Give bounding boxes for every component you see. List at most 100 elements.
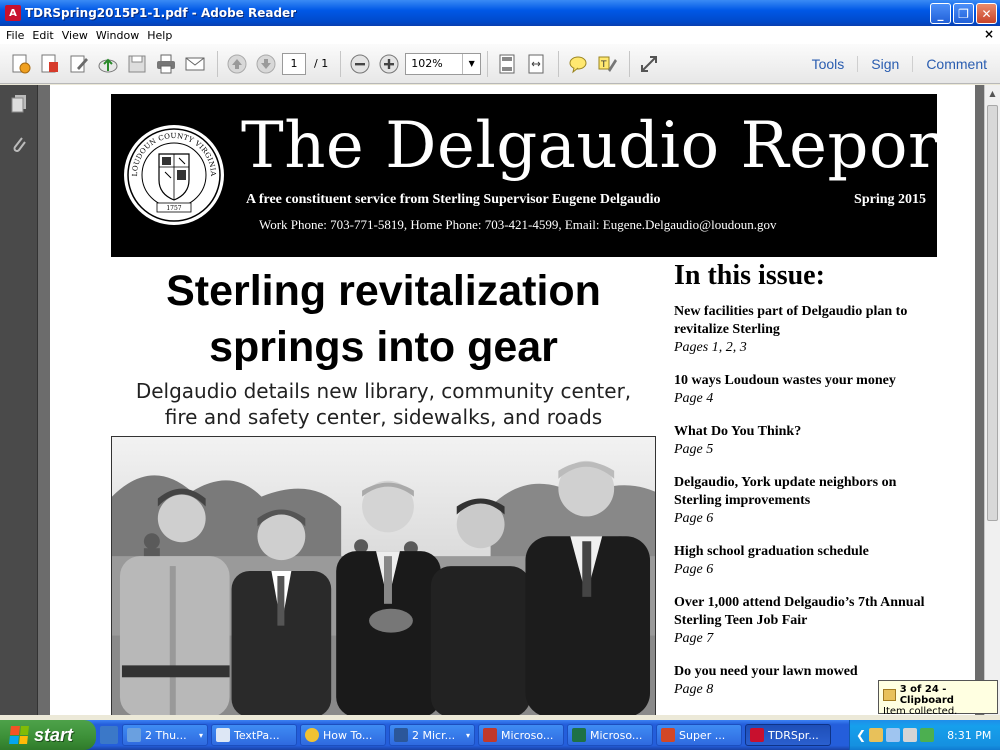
menu-file[interactable]: File bbox=[4, 29, 30, 42]
issue-item-page: Page 7 bbox=[674, 631, 714, 646]
comment-panel-button[interactable]: Comment bbox=[912, 56, 1000, 72]
masthead: 1757 LOUDOUN COUNTY VIRGINIA The Delgaud… bbox=[111, 94, 965, 257]
scroll-up-icon[interactable]: ▲ bbox=[985, 85, 1000, 101]
tray-expand-icon[interactable]: ❮ bbox=[856, 728, 866, 742]
volume-icon[interactable] bbox=[903, 728, 918, 742]
document-close-button[interactable]: × bbox=[984, 27, 994, 41]
issue-item-title: High school graduation schedule bbox=[674, 544, 869, 559]
title-bar[interactable]: A TDRSpring2015P1-1.pdf - Adobe Reader _… bbox=[0, 0, 1000, 26]
issue-item-title: New facilities part of Delgaudio plan to… bbox=[674, 304, 908, 337]
task-button[interactable]: Microso... bbox=[567, 724, 653, 746]
clipboard-icon bbox=[883, 689, 896, 701]
issue-item: Over 1,000 attend Delgaudio’s 7th Annual… bbox=[674, 594, 944, 648]
chevron-down-icon: ▾ bbox=[465, 730, 470, 740]
photo-caption bbox=[111, 711, 656, 715]
zoom-out-icon[interactable] bbox=[347, 51, 373, 77]
edit-icon[interactable] bbox=[66, 51, 92, 77]
full-screen-icon[interactable] bbox=[636, 51, 662, 77]
vertical-scrollbar[interactable]: ▲ bbox=[984, 85, 1000, 715]
close-button[interactable]: ✕ bbox=[976, 3, 997, 24]
zoom-value: 102% bbox=[411, 57, 443, 70]
sticky-note-icon[interactable] bbox=[565, 51, 591, 77]
word-icon bbox=[394, 728, 408, 742]
clock[interactable]: 8:31 PM bbox=[947, 729, 991, 742]
adobe-reader-icon bbox=[750, 728, 764, 742]
scrollbar-thumb[interactable] bbox=[987, 105, 998, 521]
chevron-down-icon[interactable]: ▼ bbox=[462, 53, 480, 74]
task-button[interactable]: Microso... bbox=[478, 724, 564, 746]
task-button[interactable]: 2 Thu... ▾ bbox=[122, 724, 208, 746]
start-label: start bbox=[34, 724, 74, 745]
issue-item-page: Page 6 bbox=[674, 562, 714, 577]
task-button[interactable]: 2 Micr... ▾ bbox=[389, 724, 475, 746]
fit-page-icon[interactable] bbox=[494, 51, 520, 77]
next-page-icon[interactable] bbox=[253, 51, 279, 77]
email-icon[interactable] bbox=[182, 51, 208, 77]
tools-panel-button[interactable]: Tools bbox=[799, 56, 858, 72]
create-pdf-icon[interactable] bbox=[8, 51, 34, 77]
toolbar: 1 / 1 102% ▼ T Tools Sign Comment bbox=[0, 44, 1000, 84]
issue-item: Delgaudio, York update neighbors on Ster… bbox=[674, 474, 944, 528]
clipboard-notification[interactable]: 3 of 24 - Clipboard Item collected. bbox=[878, 680, 998, 717]
chrome-icon bbox=[305, 728, 319, 742]
issue-season: Spring 2015 bbox=[854, 192, 926, 207]
task-button[interactable]: How To... bbox=[300, 724, 386, 746]
toolbar-separator bbox=[487, 50, 489, 77]
subhead-line-1: Delgaudio details new library, community… bbox=[135, 379, 632, 403]
combine-files-icon[interactable] bbox=[37, 51, 63, 77]
cloud-upload-icon[interactable] bbox=[95, 51, 121, 77]
menu-edit[interactable]: Edit bbox=[30, 29, 59, 42]
taskbar: start 2 Thu... ▾ TextPa... How To... 2 Mi… bbox=[0, 720, 1000, 750]
masthead-subtitle: A free constituent service from Sterling… bbox=[246, 192, 926, 208]
zoom-in-icon[interactable] bbox=[376, 51, 402, 77]
fit-width-icon[interactable] bbox=[523, 51, 549, 77]
task-button-active[interactable]: TDRSpr... bbox=[745, 724, 831, 746]
issue-item: High school graduation schedule Page 6 bbox=[674, 543, 944, 579]
toolbar-separator bbox=[558, 50, 560, 77]
menu-window[interactable]: Window bbox=[94, 29, 145, 42]
adobe-reader-icon: A bbox=[5, 5, 21, 21]
navigation-pane bbox=[0, 85, 38, 715]
clipboard-message: Item collected. bbox=[883, 706, 958, 717]
sign-panel-button[interactable]: Sign bbox=[857, 56, 912, 72]
issue-item-page: Pages 1, 2, 3 bbox=[674, 340, 747, 355]
window-title: TDRSpring2015P1-1.pdf - Adobe Reader bbox=[25, 6, 297, 20]
highlight-text-icon[interactable]: T bbox=[594, 51, 620, 77]
security-icon[interactable] bbox=[920, 728, 935, 742]
start-button[interactable]: start bbox=[0, 720, 96, 750]
zoom-select[interactable]: 102% ▼ bbox=[405, 52, 482, 75]
clipboard-tray-icon[interactable] bbox=[869, 728, 884, 742]
issue-item-title: Delgaudio, York update neighbors on Ster… bbox=[674, 475, 897, 508]
toolbar-separator bbox=[340, 50, 342, 77]
menu-view[interactable]: View bbox=[60, 29, 94, 42]
toolbar-separator bbox=[629, 50, 631, 77]
county-seal-icon: 1757 LOUDOUN COUNTY VIRGINIA bbox=[124, 125, 224, 225]
subheadline: Delgaudio details new library, community… bbox=[111, 378, 656, 430]
issue-item-page: Page 6 bbox=[674, 511, 714, 526]
save-icon[interactable] bbox=[124, 51, 150, 77]
print-icon[interactable] bbox=[153, 51, 179, 77]
page-number-input[interactable]: 1 bbox=[282, 52, 306, 75]
document-view[interactable]: 1757 LOUDOUN COUNTY VIRGINIA The Delgaud… bbox=[38, 85, 984, 715]
attachments-icon[interactable] bbox=[9, 133, 29, 155]
clipboard-title: 3 of 24 - Clipboard bbox=[899, 684, 954, 706]
network-icon[interactable] bbox=[886, 728, 901, 742]
task-button[interactable]: Super ... bbox=[656, 724, 742, 746]
thunderbird-icon bbox=[127, 728, 141, 742]
minimize-button[interactable]: _ bbox=[930, 3, 951, 24]
issue-item-title: 10 ways Loudoun wastes your money bbox=[674, 373, 896, 388]
issue-item-page: Page 4 bbox=[674, 391, 714, 406]
maximize-button[interactable]: ❐ bbox=[953, 3, 974, 24]
in-this-issue: In this issue: New facilities part of De… bbox=[674, 260, 944, 714]
page-count: / 1 bbox=[314, 57, 329, 70]
issue-item: 10 ways Loudoun wastes your money Page 4 bbox=[674, 372, 944, 408]
previous-page-icon[interactable] bbox=[224, 51, 250, 77]
pdf-page: 1757 LOUDOUN COUNTY VIRGINIA The Delgaud… bbox=[50, 85, 975, 715]
show-desktop-icon[interactable] bbox=[100, 726, 118, 744]
issue-item: New facilities part of Delgaudio plan to… bbox=[674, 303, 944, 357]
issue-item-title: Over 1,000 attend Delgaudio’s 7th Annual… bbox=[674, 595, 925, 628]
menu-help[interactable]: Help bbox=[145, 29, 178, 42]
issue-item-title: What Do You Think? bbox=[674, 424, 802, 439]
task-button[interactable]: TextPa... bbox=[211, 724, 297, 746]
page-thumbnails-icon[interactable] bbox=[9, 93, 29, 115]
